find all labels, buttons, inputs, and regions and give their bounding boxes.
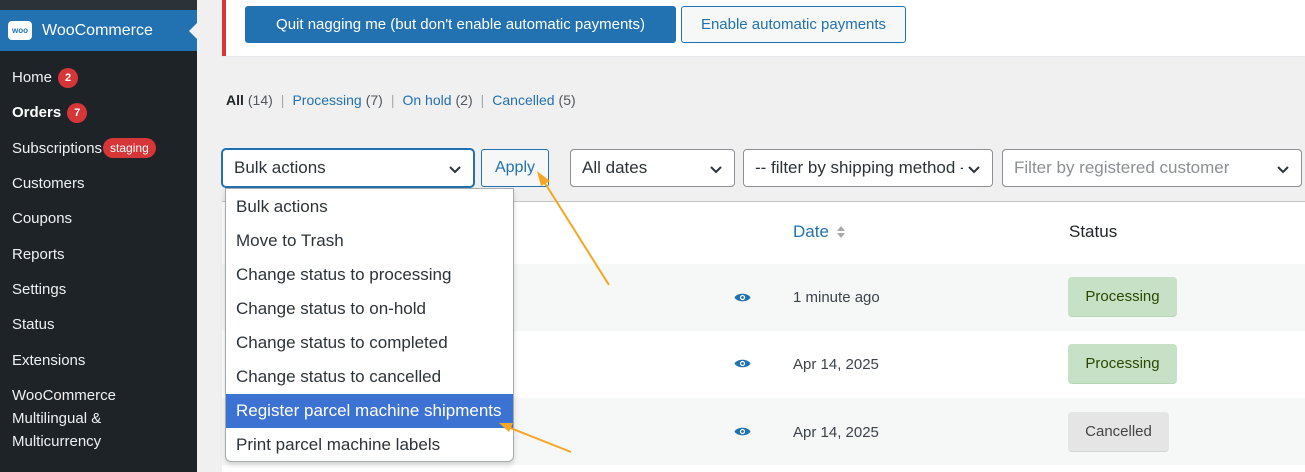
view-separator: | [390,92,395,108]
sidebar-item-label: Coupons [12,210,73,228]
option-move-to-trash[interactable]: Move to Trash [226,224,513,258]
order-status-views: All (14) | Processing (7) | On hold (2) … [226,92,576,108]
enable-automatic-payments-button[interactable]: Enable automatic payments [681,6,906,43]
sidebar-item-multicurrency[interactable]: WooCommerce Multilingual & Multicurrency [0,378,140,453]
home-count-badge: 2 [58,67,79,88]
option-status-on-hold[interactable]: Change status to on-hold [226,292,513,326]
view-processing-count: (7) [365,92,383,108]
sidebar-item-label: Reports [12,245,65,263]
customer-filter-select[interactable]: Filter by registered customer [1002,149,1302,187]
order-date: 1 minute ago [793,289,880,306]
status-badge: Processing [1068,344,1177,384]
sidebar-item-extensions[interactable]: Extensions [0,342,197,377]
view-cancelled-count: (5) [558,92,576,108]
sidebar-item-orders[interactable]: Orders 7 [0,95,197,130]
shipping-method-filter-select[interactable]: -- filter by shipping method -- [743,149,993,187]
current-menu-arrow-icon [189,22,198,40]
sidebar-item-label: Customers [12,175,85,193]
status-column-header: Status [1069,222,1118,241]
date-column-label: Date [793,222,829,241]
sidebar-item-settings[interactable]: Settings [0,272,197,307]
chevron-down-icon [1277,166,1289,174]
quit-nagging-button[interactable]: Quit nagging me (but don't enable automa… [245,6,676,43]
order-date: Apr 14, 2025 [793,356,879,373]
status-badge: Cancelled [1068,412,1169,452]
view-all-count: (14) [247,92,273,108]
view-all[interactable]: All [226,92,244,108]
sidebar-item-label: Home [12,69,53,87]
view-cancelled[interactable]: Cancelled [492,92,554,108]
view-separator: | [280,92,285,108]
sidebar-item-status[interactable]: Status [0,307,197,342]
bulk-actions-dropdown: Bulk actions Move to Trash Change status… [225,188,514,462]
option-bulk-actions[interactable]: Bulk actions [226,190,513,224]
date-filter-select[interactable]: All dates [570,149,735,187]
sort-arrows-icon [836,226,845,238]
date-filter-value: All dates [582,158,648,177]
sidebar-item-label: Settings [12,280,67,298]
chevron-down-icon [449,166,461,174]
status-badge: Processing [1068,277,1177,317]
sidebar-item-subscriptions[interactable]: Subscriptions staging [0,131,197,166]
customer-filter-placeholder: Filter by registered customer [1014,158,1230,177]
bulk-actions-value: Bulk actions [234,158,326,177]
sidebar-item-label: Subscriptions [12,139,103,157]
option-status-cancelled[interactable]: Change status to cancelled [226,360,513,394]
woocommerce-menu-header[interactable]: woo WooCommerce [0,10,198,51]
eye-icon[interactable] [734,426,751,437]
view-on-hold[interactable]: On hold [402,92,451,108]
admin-bar-strip [0,0,197,10]
apply-button[interactable]: Apply [481,149,549,187]
option-status-completed[interactable]: Change status to completed [226,326,513,360]
sidebar-item-home[interactable]: Home 2 [0,60,197,95]
sidebar-item-reports[interactable]: Reports [0,236,197,271]
chevron-down-icon [968,166,980,174]
option-status-processing[interactable]: Change status to processing [226,258,513,292]
sidebar-item-label: Extensions [12,351,86,369]
view-on-hold-count: (2) [455,92,473,108]
order-date: Apr 14, 2025 [793,424,879,441]
woocommerce-menu-title: WooCommerce [42,21,153,39]
woocommerce-submenu: Home 2 Orders 7 Subscriptions staging Cu… [0,60,197,453]
woocommerce-logo-icon: woo [8,21,32,40]
bulk-actions-select[interactable]: Bulk actions [222,149,474,187]
view-separator: | [480,92,485,108]
eye-icon[interactable] [734,358,751,369]
view-processing[interactable]: Processing [292,92,361,108]
sidebar-item-label: Orders [12,104,62,122]
sidebar-item-label: WooCommerce Multilingual & Multicurrency [12,386,116,450]
option-register-parcel-machine-shipments[interactable]: Register parcel machine shipments [226,394,513,428]
option-print-parcel-machine-labels[interactable]: Print parcel machine labels [226,428,513,461]
sidebar-item-coupons[interactable]: Coupons [0,201,197,236]
date-column-header[interactable]: Date [793,222,846,242]
staging-badge: staging [103,138,156,159]
eye-icon[interactable] [734,292,751,303]
chevron-down-icon [710,166,722,174]
sidebar-item-label: Status [12,316,55,334]
admin-sidebar: woo WooCommerce Home 2 Orders 7 Subscrip… [0,0,198,472]
orders-count-badge: 7 [67,102,88,123]
shipping-method-filter-value: -- filter by shipping method -- [755,158,963,177]
sidebar-item-customers[interactable]: Customers [0,166,197,201]
